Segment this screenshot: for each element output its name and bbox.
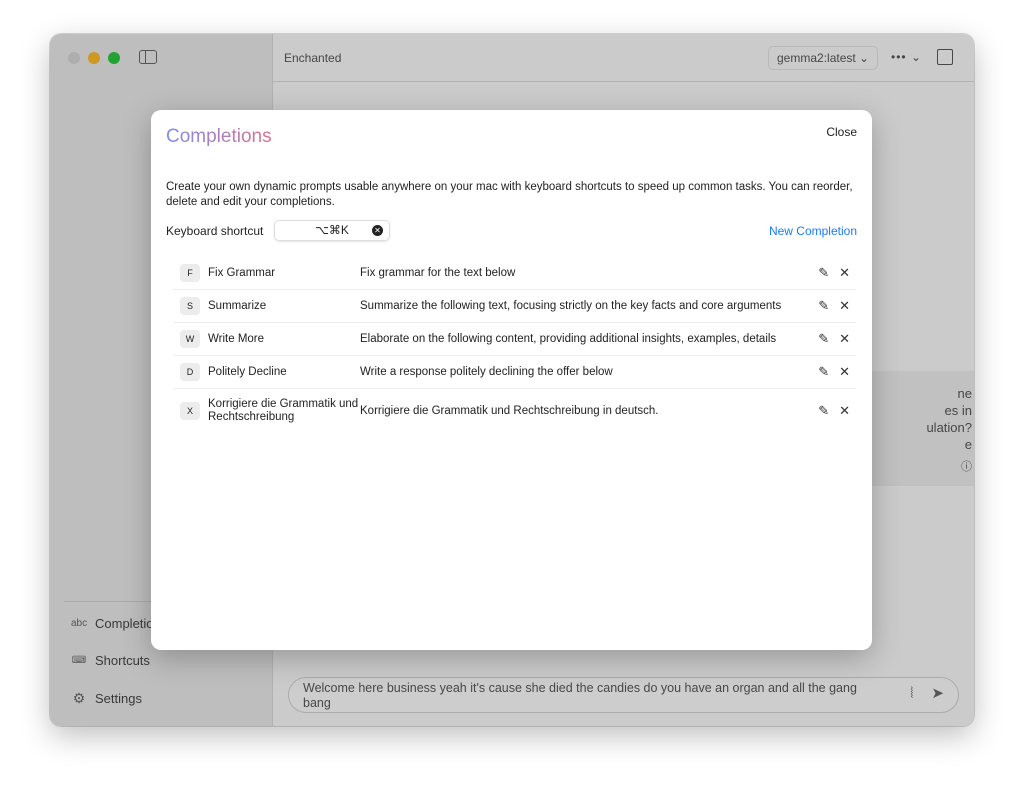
shortcut-key-badge: X: [180, 402, 200, 420]
completion-prompt: Write a response politely declining the …: [360, 366, 613, 378]
delete-icon[interactable]: ✕: [839, 364, 850, 380]
edit-icon[interactable]: ✎: [818, 364, 829, 380]
list-item[interactable]: S Summarize Summarize the following text, …: [173, 290, 856, 323]
delete-icon[interactable]: ✕: [839, 331, 850, 347]
completion-name: Politely Decline: [208, 365, 287, 378]
completion-name: Summarize: [208, 299, 267, 312]
list-item[interactable]: D Politely Decline Write a response polite…: [173, 356, 856, 389]
shortcut-key-badge: S: [180, 297, 200, 315]
shortcut-key-badge: D: [180, 363, 200, 381]
completion-prompt: Summarize the following text, focusing s…: [360, 300, 782, 312]
edit-icon[interactable]: ✎: [818, 403, 829, 419]
completion-prompt: Korrigiere die Grammatik und Rechtschrei…: [360, 405, 659, 417]
dialog-title: Completions: [166, 126, 272, 147]
shortcut-key-badge: F: [180, 264, 200, 282]
clear-shortcut-icon[interactable]: ✕: [372, 225, 383, 236]
delete-icon[interactable]: ✕: [839, 403, 850, 419]
completion-prompt: Elaborate on the following content, prov…: [360, 333, 777, 345]
list-item[interactable]: F Fix Grammar Fix grammar for the text bel…: [173, 257, 856, 290]
shortcut-key-badge: W: [180, 330, 200, 348]
keyboard-shortcut-label: Keyboard shortcut: [166, 224, 264, 238]
delete-icon[interactable]: ✕: [839, 298, 850, 314]
completion-prompt: Fix grammar for the text below: [360, 267, 516, 279]
edit-icon[interactable]: ✎: [818, 298, 829, 314]
completions-dialog: Completions Close Create your own dynami…: [151, 110, 872, 650]
new-completion-button[interactable]: New Completion: [769, 224, 857, 238]
completion-name: Fix Grammar: [208, 266, 276, 279]
completions-list: F Fix Grammar Fix grammar for the text bel…: [173, 257, 856, 433]
completion-name: Write More: [208, 332, 265, 345]
list-item[interactable]: X Korrigiere die Grammatik und Rechtschre…: [173, 389, 856, 433]
dialog-description: Create your own dynamic prompts usable a…: [166, 181, 853, 208]
edit-icon[interactable]: ✎: [818, 265, 829, 281]
keyboard-shortcut-field[interactable]: ⌥⌘K ✕: [274, 220, 390, 241]
edit-icon[interactable]: ✎: [818, 331, 829, 347]
completion-name: Korrigiere die Grammatik und Rechtschrei…: [208, 398, 359, 423]
delete-icon[interactable]: ✕: [839, 265, 850, 281]
close-button[interactable]: Close: [826, 125, 857, 139]
shortcut-value: ⌥⌘K: [315, 223, 349, 237]
list-item[interactable]: W Write More Elaborate on the following co…: [173, 323, 856, 356]
